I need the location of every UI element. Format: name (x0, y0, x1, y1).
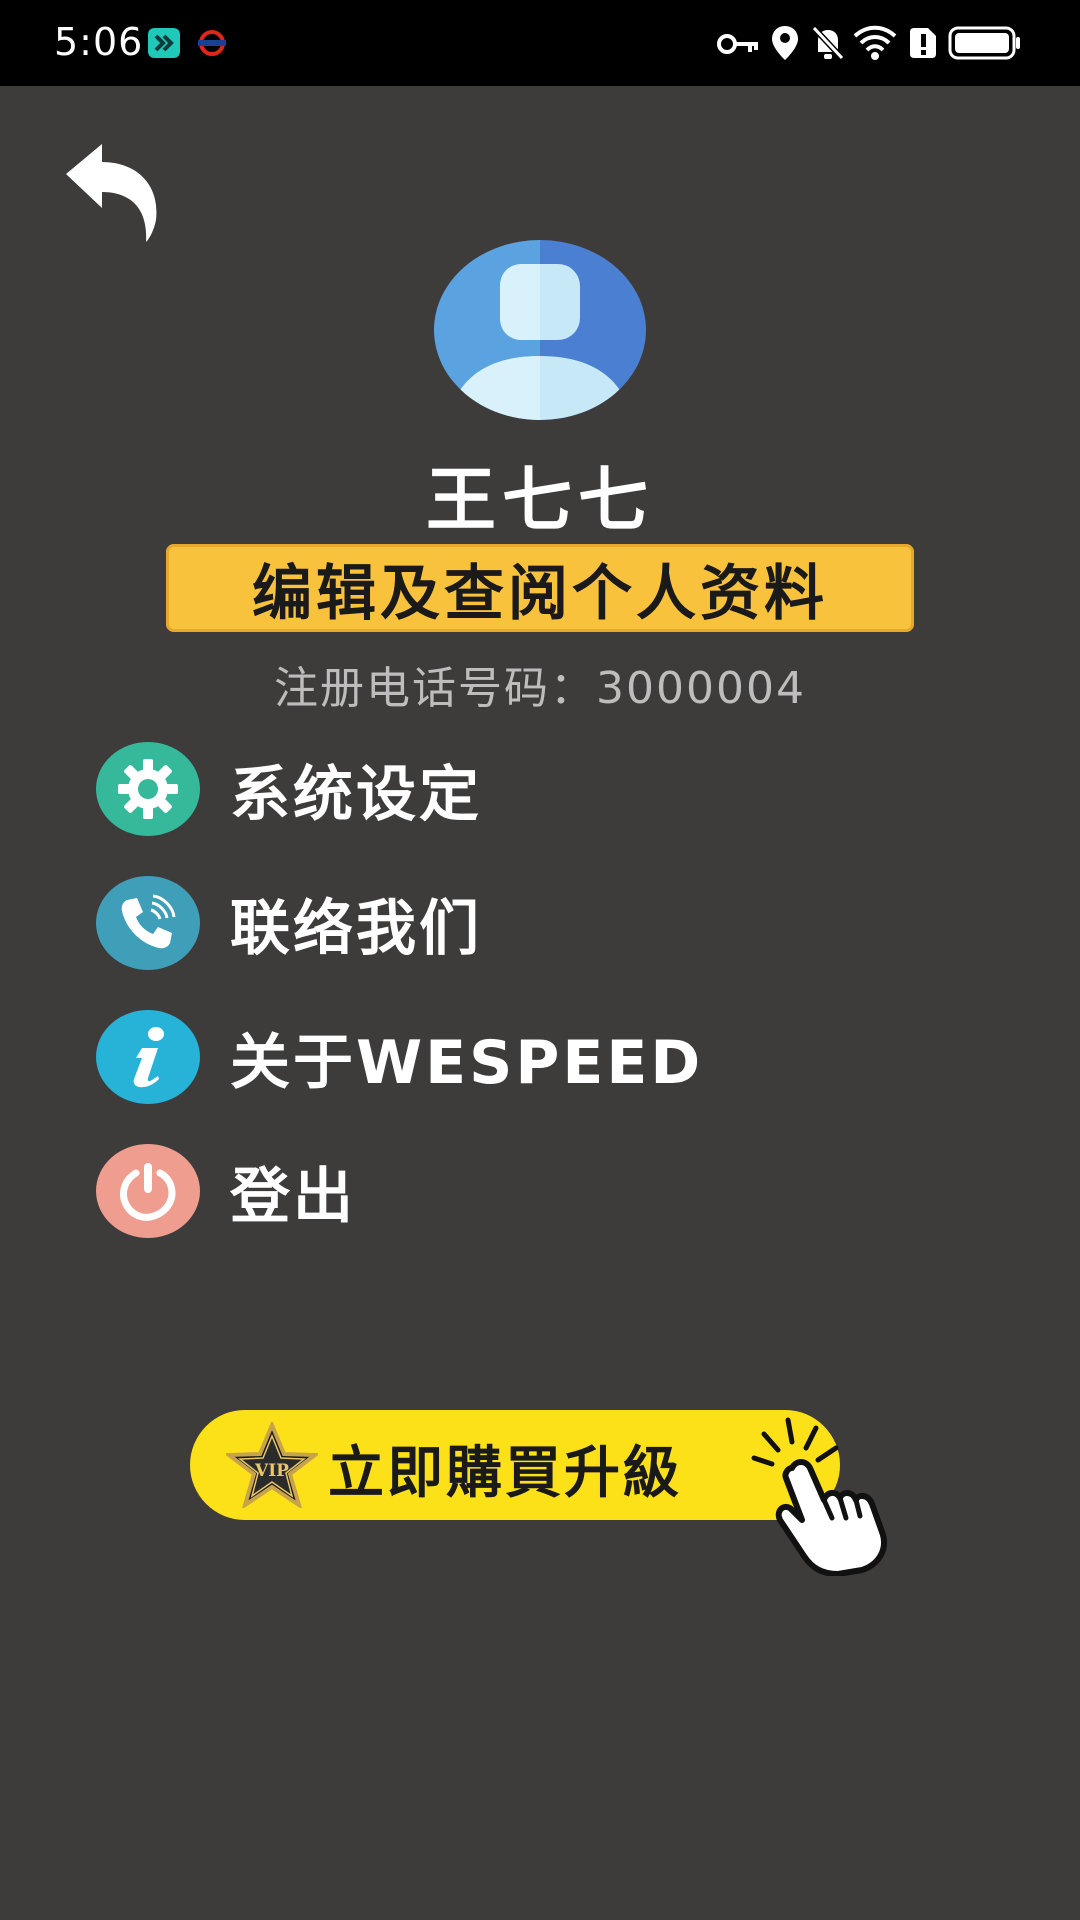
upgrade-label: 立即購買升級 (328, 1441, 682, 1506)
alert-icon (910, 28, 936, 58)
avatar (434, 240, 646, 420)
menu-item-logout[interactable]: 登出 (96, 1144, 796, 1238)
double-chevron-app-icon (148, 28, 180, 58)
user-name: 王七七 (426, 459, 654, 541)
phone-icon (96, 876, 200, 970)
menu-item-contact[interactable]: 联络我们 (96, 876, 796, 970)
pointing-hand-icon (751, 1417, 887, 1576)
gear-icon (96, 742, 200, 836)
back-arrow-icon[interactable] (60, 140, 170, 250)
vip-badge-text: VIP (254, 1461, 289, 1481)
menu-label: 系统设定 (230, 759, 482, 830)
notifications-off-icon (811, 25, 845, 61)
info-icon (96, 1010, 200, 1104)
menu-item-settings[interactable]: 系统设定 (96, 742, 796, 836)
vip-star-icon: VIP (226, 1422, 318, 1508)
menu-label: 联络我们 (230, 893, 482, 964)
status-bar: 5:06 (0, 0, 1080, 86)
location-icon (772, 26, 798, 60)
battery-icon (948, 26, 1020, 60)
status-time: 5:06 (54, 20, 144, 64)
menu-label: 关于WESPEED (230, 1027, 704, 1098)
menu-label: 登出 (230, 1161, 356, 1232)
power-icon (96, 1144, 200, 1238)
menu-item-about[interactable]: 关于WESPEED (96, 1010, 796, 1104)
key-icon (717, 34, 758, 54)
edit-profile-button[interactable]: 编辑及查阅个人资料 (166, 544, 914, 632)
registered-phone-text: 注册电话号码：3000004 (274, 663, 806, 714)
wifi-icon (853, 25, 897, 60)
metro-logo-icon (198, 30, 226, 56)
